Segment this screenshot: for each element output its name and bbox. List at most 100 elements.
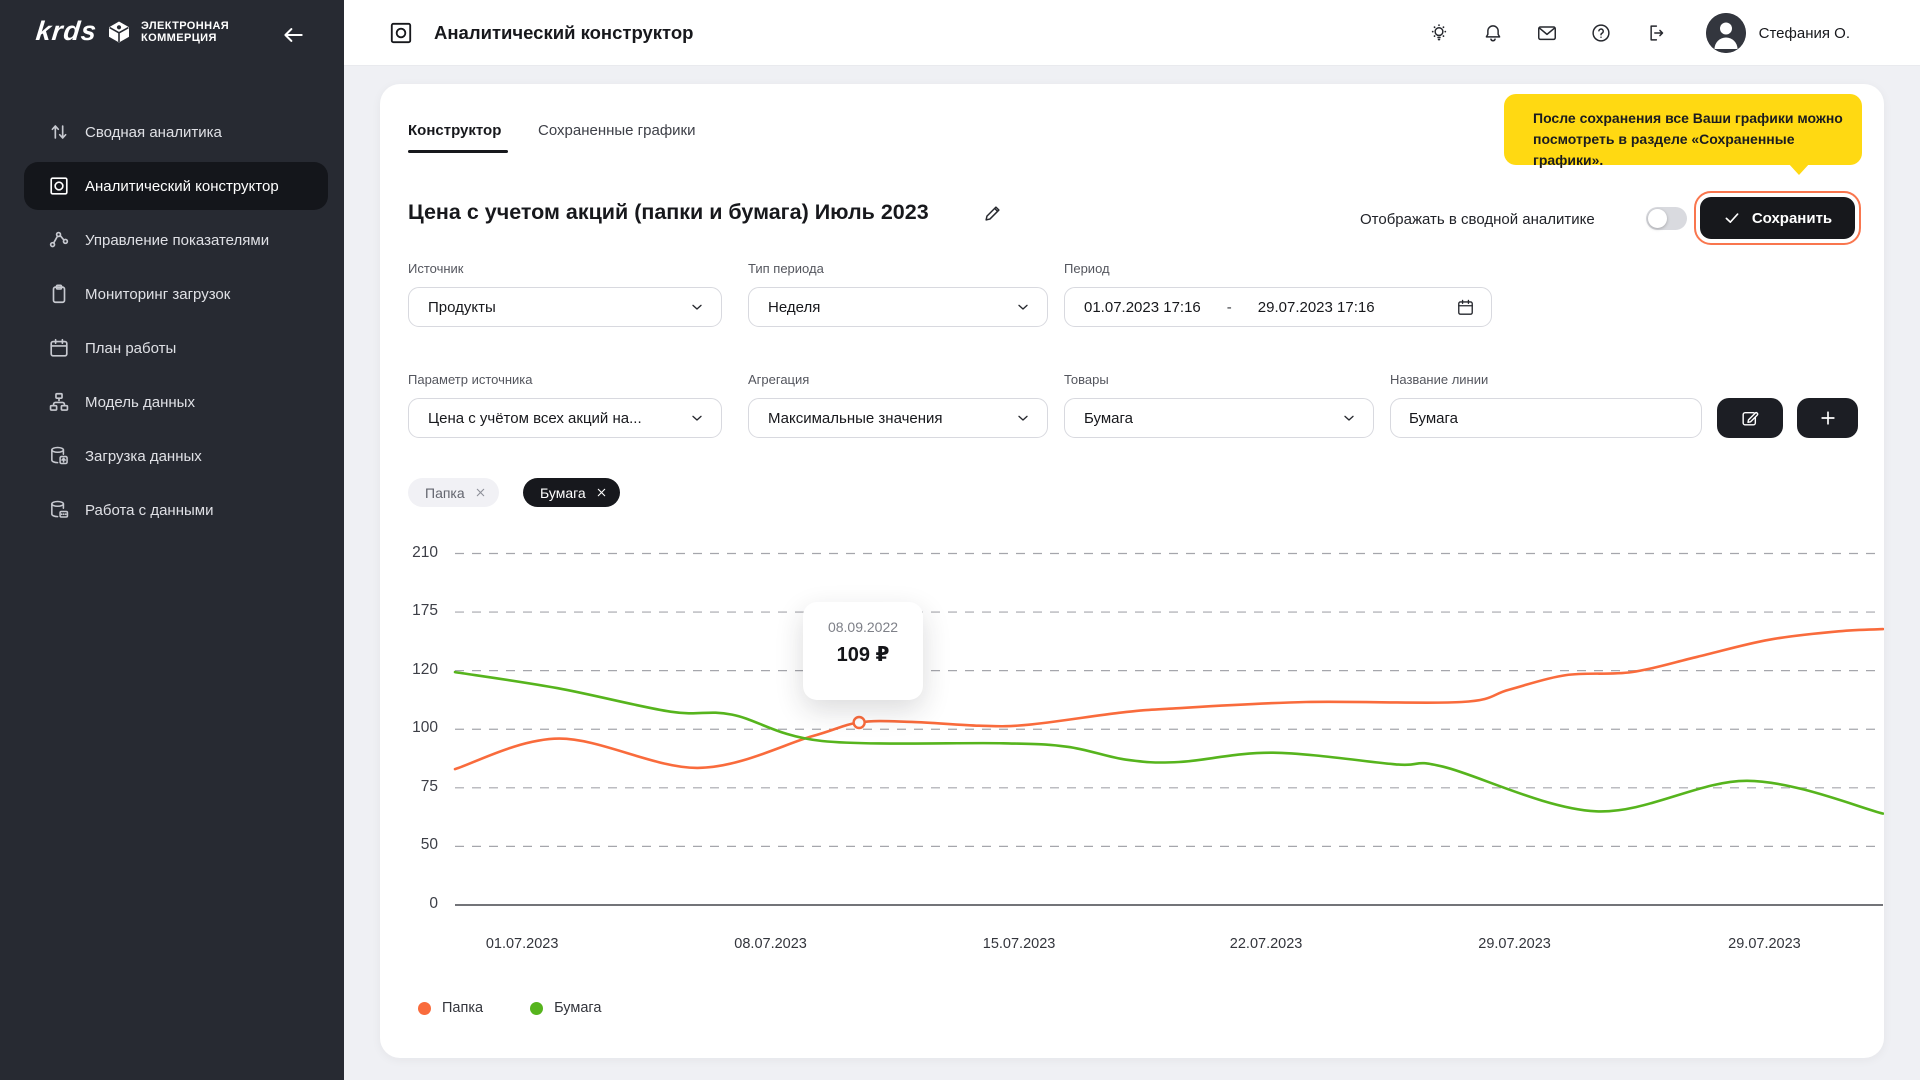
y-tick-label: 120 — [380, 661, 438, 679]
x-tick-label: 01.07.2023 — [457, 936, 587, 952]
legend-dot-green — [530, 1002, 543, 1015]
calendar-icon — [1456, 298, 1475, 317]
period-from: 01.07.2023 17:16 — [1084, 299, 1201, 316]
sidebar-item-metrics-management[interactable]: Управление показателями — [24, 216, 328, 264]
sidebar: krds ЭЛЕКТРОННАЯКОММЕРЦИЯ Сводная аналит… — [0, 0, 344, 1080]
mail-icon[interactable] — [1536, 22, 1558, 44]
sidebar-item-label: Загрузка данных — [85, 448, 202, 465]
line-chart — [380, 524, 1884, 924]
y-tick-label: 175 — [380, 602, 438, 620]
avatar[interactable] — [1706, 13, 1746, 53]
sidebar-item-summary-analytics[interactable]: Сводная аналитика — [24, 108, 328, 156]
y-tick-label: 75 — [380, 778, 438, 796]
chip-bumaga[interactable]: Бумага — [523, 478, 620, 507]
y-tick-label: 0 — [380, 895, 438, 913]
user-name[interactable]: Стефания О. — [1759, 25, 1850, 42]
close-icon[interactable] — [596, 487, 607, 498]
chevron-down-icon — [1015, 410, 1031, 426]
calendar-icon — [48, 337, 70, 359]
constructor-card: Конструктор Сохраненные графики Цена с у… — [380, 84, 1884, 1058]
help-icon[interactable] — [1590, 22, 1612, 44]
tooltip-date: 08.09.2022 — [803, 619, 923, 635]
check-icon — [1723, 209, 1741, 227]
sidebar-item-label: Аналитический конструктор — [85, 178, 279, 195]
plus-icon — [1818, 408, 1838, 428]
x-tick-label: 29.07.2023 — [1699, 936, 1829, 952]
page-title: Аналитический конструктор — [434, 22, 693, 44]
aggregation-label: Агрегация — [748, 372, 809, 387]
edit-square-icon — [1740, 408, 1760, 428]
database-upload-icon — [48, 445, 70, 467]
chevron-down-icon — [1341, 410, 1357, 426]
tooltip-value: 109 ₽ — [803, 642, 923, 667]
aggregation-select[interactable]: Максимальные значения — [748, 398, 1048, 438]
line-name-label: Название линии — [1390, 372, 1488, 387]
sidebar-item-data-load[interactable]: Загрузка данных — [24, 432, 328, 480]
sidebar-item-label: Модель данных — [85, 394, 195, 411]
goods-label: Товары — [1064, 372, 1109, 387]
sidebar-item-load-monitoring[interactable]: Мониторинг загрузок — [24, 270, 328, 318]
logout-icon[interactable] — [1644, 22, 1666, 44]
x-tick-label: 29.07.2023 — [1450, 936, 1580, 952]
chevron-down-icon — [1015, 299, 1031, 315]
x-tick-label: 08.07.2023 — [706, 936, 836, 952]
period-label: Период — [1064, 261, 1110, 276]
logo: krds ЭЛЕКТРОННАЯКОММЕРЦИЯ — [36, 16, 229, 47]
goods-select[interactable]: Бумага — [1064, 398, 1374, 438]
period-to: 29.07.2023 17:16 — [1258, 299, 1375, 316]
constructor-frame-icon — [48, 175, 70, 197]
y-tick-label: 100 — [380, 719, 438, 737]
save-hint-banner: После сохранения все Ваши графики можно … — [1504, 94, 1862, 165]
source-select[interactable]: Продукты — [408, 287, 722, 327]
tab-constructor[interactable]: Конструктор — [408, 122, 501, 139]
hover-point-marker — [854, 717, 865, 728]
period-type-label: Тип периода — [748, 261, 824, 276]
metrics-nodes-icon — [48, 229, 70, 251]
summary-toggle-label: Отображать в сводной аналитике — [1360, 211, 1595, 228]
source-param-select[interactable]: Цена с учётом всех акций на... — [408, 398, 722, 438]
chip-papka[interactable]: Папка — [408, 478, 499, 507]
period-range-picker[interactable]: 01.07.2023 17:16 - 29.07.2023 17:16 — [1064, 287, 1492, 327]
source-label: Источник — [408, 261, 464, 276]
constructor-frame-icon — [388, 20, 414, 46]
toggle-knob — [1648, 209, 1667, 228]
y-tick-label: 210 — [380, 544, 438, 562]
legend-dot-orange — [418, 1002, 431, 1015]
sidebar-collapse-button[interactable] — [280, 22, 306, 48]
sidebar-item-analytic-constructor[interactable]: Аналитический конструктор — [24, 162, 328, 210]
series-line-Папка — [455, 629, 1883, 769]
cube-icon — [106, 19, 132, 45]
active-tab-underline — [408, 150, 508, 153]
sidebar-item-data-work[interactable]: Работа с данными — [24, 486, 328, 534]
sidebar-item-data-model[interactable]: Модель данных — [24, 378, 328, 426]
close-icon[interactable] — [475, 487, 486, 498]
clipboard-icon — [48, 283, 70, 305]
tab-saved-charts[interactable]: Сохраненные графики — [538, 122, 696, 139]
x-tick-label: 15.07.2023 — [954, 936, 1084, 952]
save-button[interactable]: Сохранить — [1700, 197, 1855, 239]
swap-arrows-icon — [48, 121, 70, 143]
sidebar-item-label: Работа с данными — [85, 502, 213, 519]
chart-title: Цена с учетом акций (папки и бумага) Июл… — [408, 200, 929, 225]
database-sql-icon — [48, 499, 70, 521]
add-line-button[interactable] — [1797, 398, 1858, 438]
summary-toggle[interactable] — [1646, 207, 1687, 230]
edit-line-button[interactable] — [1717, 398, 1783, 438]
chart-tooltip: 08.09.2022 109 ₽ — [803, 602, 923, 700]
line-name-input[interactable] — [1390, 398, 1702, 438]
brand-wordmark: krds — [34, 16, 98, 47]
bell-icon[interactable] — [1482, 22, 1504, 44]
chevron-down-icon — [689, 299, 705, 315]
edit-pencil-icon[interactable] — [982, 202, 1004, 224]
sidebar-item-label: План работы — [85, 340, 176, 357]
org-chart-icon — [48, 391, 70, 413]
source-param-label: Параметр источника — [408, 372, 533, 387]
chart-legend: Папка Бумага — [418, 1000, 601, 1016]
sidebar-item-work-plan[interactable]: План работы — [24, 324, 328, 372]
legend-item-papka: Папка — [418, 1000, 483, 1016]
sidebar-nav: Сводная аналитика Аналитический конструк… — [0, 108, 344, 540]
top-header: Аналитический конструктор Стефания О. — [344, 0, 1920, 66]
series-line-Бумага — [455, 672, 1883, 814]
lightbulb-icon[interactable] — [1428, 22, 1450, 44]
period-type-select[interactable]: Неделя — [748, 287, 1048, 327]
